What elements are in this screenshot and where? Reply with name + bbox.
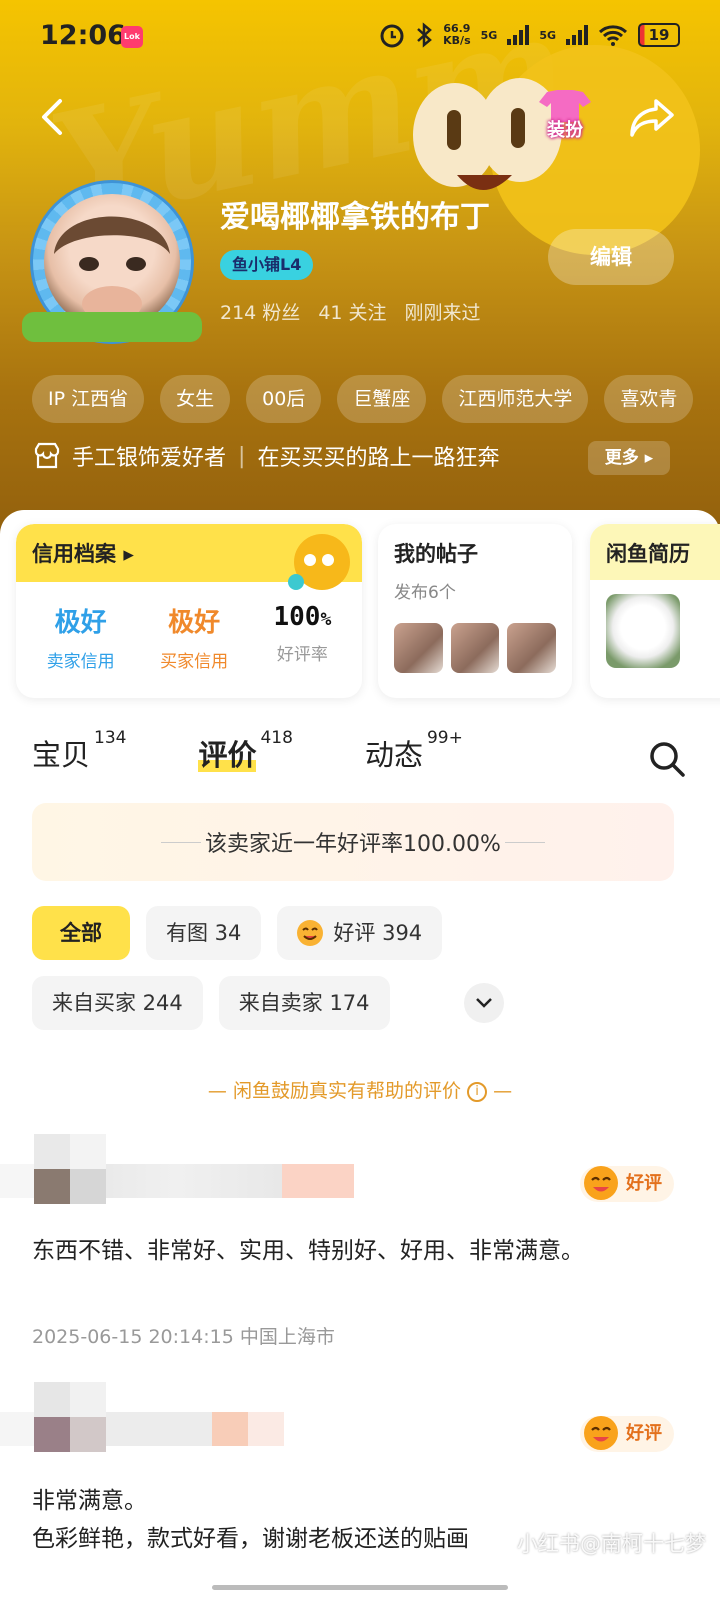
filter-good-review[interactable]: 好评 394	[277, 906, 443, 960]
chevron-down-icon	[475, 998, 492, 1008]
tag-age[interactable]: 00后	[246, 375, 322, 423]
review-meta: 2025-06-15 20:14:15 中国上海市	[32, 1326, 335, 1348]
shop-level-badge[interactable]: 鱼小铺L4	[220, 250, 314, 280]
home-indicator[interactable]	[212, 1585, 508, 1590]
post-thumbnails	[394, 623, 557, 673]
filter-from-buyer[interactable]: 来自买家 244	[32, 976, 203, 1030]
tag-hobby[interactable]: 喜欢青	[604, 375, 694, 423]
bio-text-2: 在买买买的路上一路狂奔	[257, 446, 500, 471]
status-bar: 12:06 Lok 66.9 KB/s 5G 5G 19	[0, 0, 720, 74]
my-posts-card[interactable]: 我的帖子 发布6个	[378, 524, 572, 698]
tag-gender[interactable]: 女生	[160, 375, 231, 423]
signal-bars-icon	[507, 25, 530, 45]
review-user-blurred	[0, 1134, 360, 1204]
smiley-icon	[584, 1416, 618, 1450]
good-review-rate: 100% 好评率	[273, 602, 332, 665]
search-icon[interactable]	[648, 740, 686, 778]
review-item: 好评 东西不错、非常好、实用、特别好、好用、非常满意。 2025-06-15 2…	[0, 1134, 720, 1354]
back-button[interactable]	[30, 95, 74, 139]
review-item: 好评 非常满意。 色彩鲜艳，款式好看，谢谢老板还送的贴画	[0, 1382, 720, 1600]
bluetooth-icon	[417, 22, 433, 48]
smiley-icon	[584, 1166, 618, 1200]
chevron-right-icon: ▸	[123, 542, 134, 566]
main-content: 信用档案 ▸ 极好 卖家信用 极好 买家信用 100% 好评率 我的帖子 发布6…	[0, 510, 720, 1600]
post-thumbnail	[450, 623, 500, 673]
tag-zodiac[interactable]: 巨蟹座	[337, 375, 427, 423]
battery-indicator: 19	[638, 23, 680, 47]
signal-5g-1: 5G	[480, 28, 498, 42]
profile-tags: IP 江西省 女生 00后 巨蟹座 江西师范大学 喜欢青	[32, 375, 694, 423]
post-thumbnail	[507, 623, 557, 673]
filter-all[interactable]: 全部	[32, 906, 130, 960]
avatar-mosaic	[34, 1382, 106, 1452]
review-user-blurred	[0, 1382, 360, 1452]
edit-profile-button[interactable]: 编辑	[548, 229, 674, 285]
shop-icon	[34, 442, 60, 469]
credit-profile-card[interactable]: 信用档案 ▸ 极好 卖家信用 极好 买家信用 100% 好评率	[16, 524, 362, 698]
tag-ip[interactable]: IP 江西省	[32, 375, 145, 423]
smiley-icon	[297, 920, 324, 946]
more-bio-button[interactable]: 更多 ▸	[588, 441, 670, 475]
corner-watermark: 小红书@南柯十七梦	[517, 1532, 706, 1556]
status-time: 12:06	[40, 20, 126, 51]
good-review-badge: 好评	[580, 1416, 674, 1452]
alarm-icon	[380, 24, 404, 48]
good-review-badge: 好评	[580, 1166, 674, 1202]
encourage-notice[interactable]: — 闲鱼鼓励真实有帮助的评价 i —	[0, 1076, 720, 1103]
review-filters: 全部 有图 34 好评 394 来自买家 244 来自卖家 174	[32, 906, 692, 1046]
signal-bars-icon	[566, 25, 588, 45]
filter-with-image[interactable]: 有图 34	[146, 906, 262, 960]
avatar-mosaic	[34, 1134, 106, 1204]
bio-separator: |	[238, 443, 246, 469]
tab-items[interactable]: 宝贝 134	[32, 728, 126, 774]
share-icon[interactable]	[628, 95, 676, 139]
follow-count[interactable]: 41 关注	[318, 298, 386, 325]
info-icon: i	[467, 1081, 488, 1102]
content-tabs: 宝贝 134 评价 418 动态 99+	[32, 728, 535, 774]
credit-values: 极好 卖家信用 极好 买家信用 100% 好评率	[16, 582, 362, 672]
user-bio: 手工银饰爱好者 | 在买买买的路上一路狂奔	[32, 440, 499, 472]
buyer-credit: 极好 买家信用	[160, 608, 229, 672]
profile-header: Yumm 12:06 Lok 66.9 KB/s 5G 5G 19 装扮 爱喝椰…	[0, 0, 720, 560]
tab-activity[interactable]: 动态 99+	[365, 728, 463, 774]
user-nickname: 爱喝椰椰拿铁的布丁	[220, 200, 490, 235]
tab-reviews[interactable]: 评价 418	[198, 728, 293, 774]
fans-count[interactable]: 214 粉丝	[220, 298, 300, 325]
filter-from-seller[interactable]: 来自卖家 174	[218, 976, 390, 1030]
signal-5g-2: 5G	[539, 28, 556, 42]
bio-text-1: 手工银饰爱好者	[72, 446, 227, 471]
post-thumbnail	[394, 623, 443, 673]
avatar[interactable]	[22, 172, 202, 344]
user-stats: 214 粉丝 41 关注 刚刚来过	[220, 298, 481, 325]
wifi-icon	[598, 25, 628, 46]
network-speed: 66.9 KB/s	[443, 22, 471, 47]
seller-credit: 极好 卖家信用	[46, 608, 115, 672]
last-seen: 刚刚来过	[404, 302, 481, 324]
seller-rate-banner: 该卖家近一年好评率100.00%	[32, 803, 674, 881]
status-icons: 66.9 KB/s 5G 5G 19	[379, 22, 680, 48]
notification-app-icon: Lok	[121, 26, 143, 48]
avatar-frame-grass	[22, 312, 202, 342]
avatar-photo	[44, 194, 180, 330]
expand-filters-button[interactable]	[463, 983, 504, 1023]
dress-up-button[interactable]: 装扮	[535, 88, 595, 142]
tag-school[interactable]: 江西师范大学	[442, 375, 589, 423]
credit-mascot-icon	[288, 534, 350, 590]
resume-image	[606, 594, 680, 668]
review-text: 东西不错、非常好、实用、特别好、好用、非常满意。	[32, 1238, 584, 1264]
resume-card[interactable]: 闲鱼简历	[590, 524, 720, 698]
